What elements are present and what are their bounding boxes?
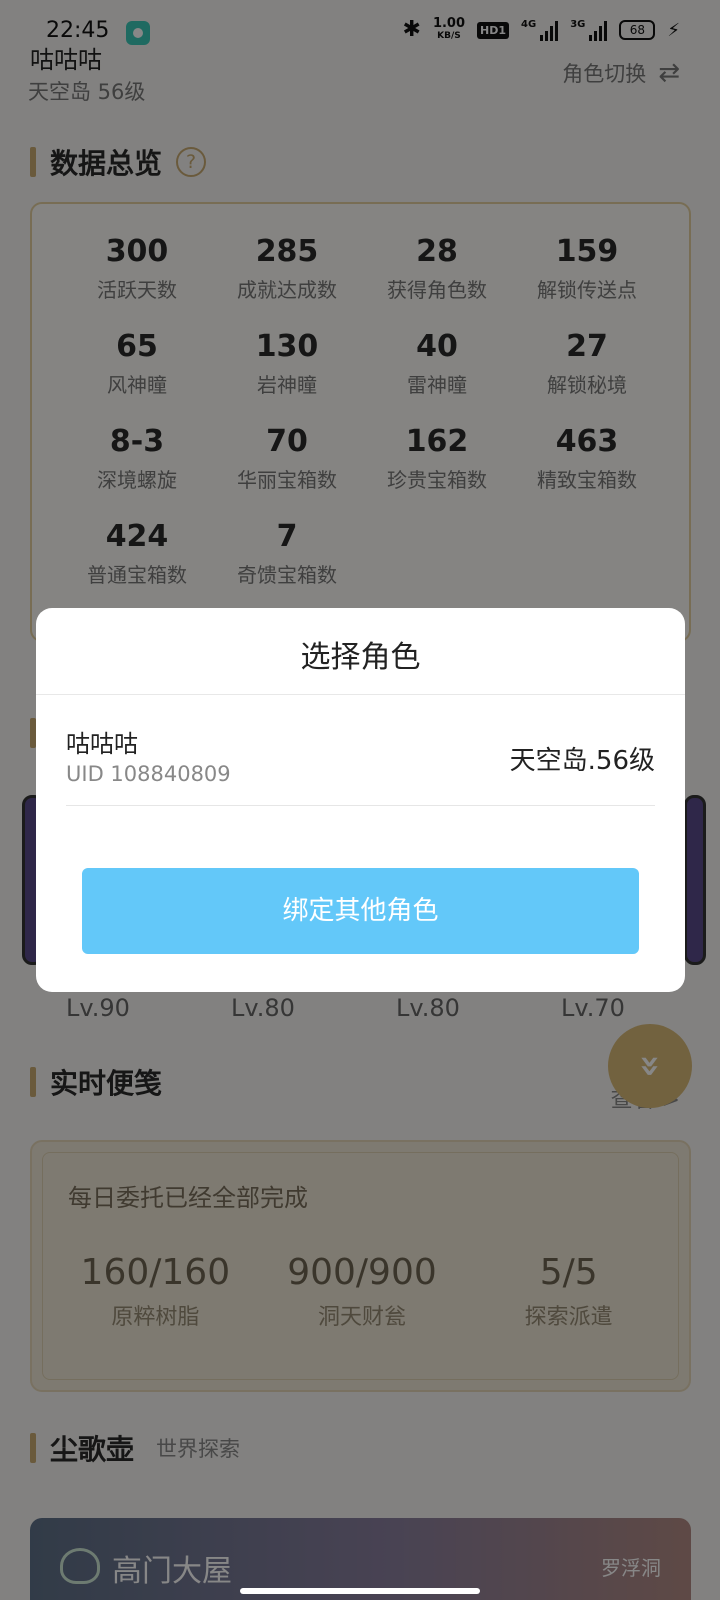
role-option[interactable]: 咕咕咕 UID 108840809 天空岛.56级 — [66, 694, 655, 806]
role-server-level: 天空岛.56级 — [509, 746, 655, 776]
select-role-dialog: 选择角色 咕咕咕 UID 108840809 天空岛.56级 绑定其他角色 — [36, 608, 685, 992]
bind-other-role-button[interactable]: 绑定其他角色 — [82, 868, 639, 954]
role-uid: UID 108840809 — [66, 762, 231, 786]
home-indicator[interactable] — [240, 1588, 480, 1594]
role-name: 咕咕咕 — [66, 730, 138, 758]
dialog-title: 选择角色 — [300, 640, 421, 675]
